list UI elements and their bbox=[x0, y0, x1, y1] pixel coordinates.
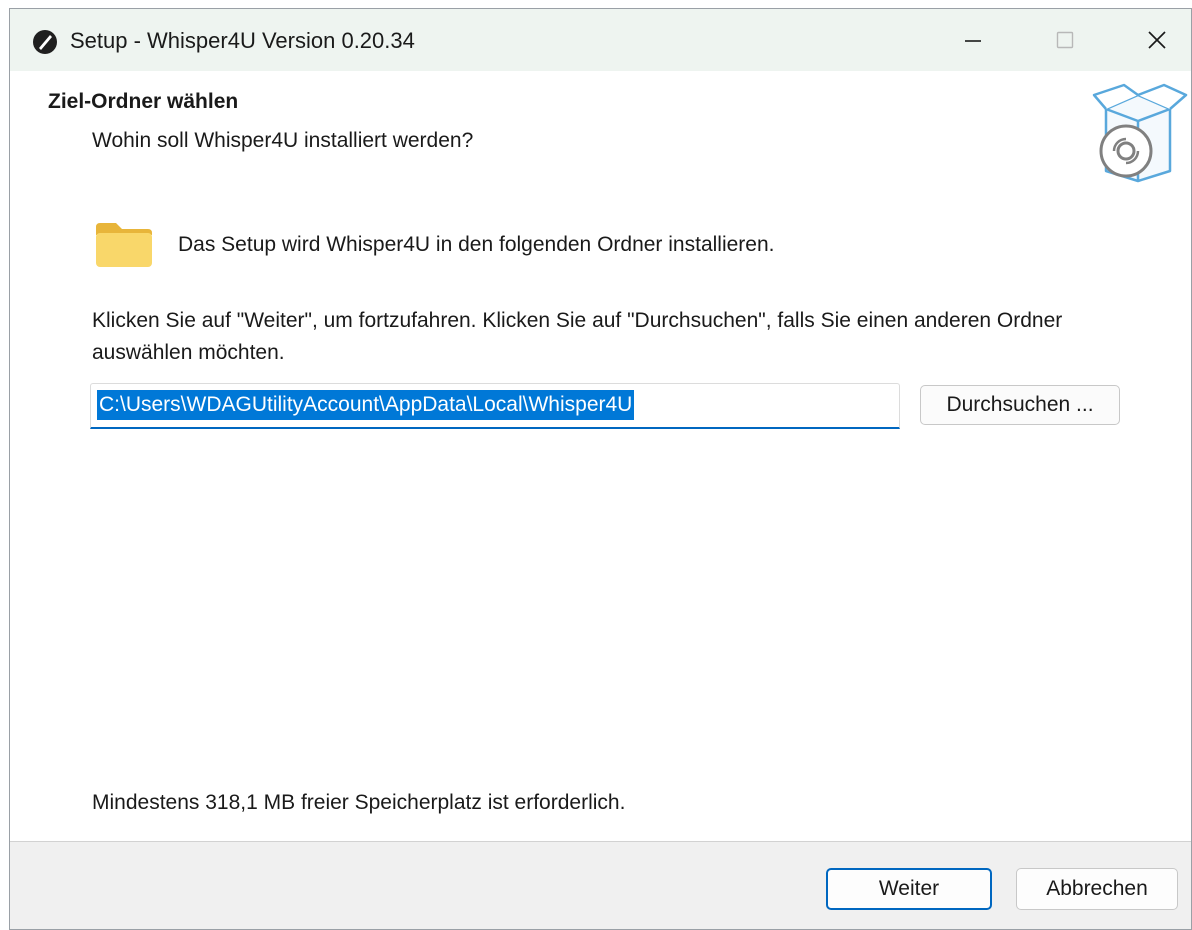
setup-window: Setup - Whisper4U Version 0.20.34 Ziel-O… bbox=[9, 8, 1192, 930]
browse-button[interactable]: Durchsuchen ... bbox=[920, 385, 1120, 425]
minimize-icon bbox=[965, 40, 981, 42]
disk-space-info: Mindestens 318,1 MB freier Speicherplatz… bbox=[92, 791, 626, 814]
button-bar: Weiter Abbrechen bbox=[10, 841, 1191, 929]
folder-icon bbox=[96, 223, 152, 267]
install-path-value[interactable]: C:\Users\WDAGUtilityAccount\AppData\Loca… bbox=[97, 390, 635, 420]
maximize-button[interactable] bbox=[1022, 9, 1108, 71]
next-button[interactable]: Weiter bbox=[826, 868, 992, 910]
minimize-button[interactable] bbox=[930, 9, 1016, 71]
title-bar[interactable]: Setup - Whisper4U Version 0.20.34 bbox=[10, 9, 1191, 71]
setup-box-disc-icon bbox=[1092, 83, 1188, 183]
whisper4u-app-icon bbox=[33, 30, 57, 54]
cancel-button[interactable]: Abbrechen bbox=[1016, 868, 1178, 910]
close-icon bbox=[1148, 31, 1166, 49]
install-path-input[interactable]: C:\Users\WDAGUtilityAccount\AppData\Loca… bbox=[90, 383, 900, 429]
page-title: Ziel-Ordner wählen bbox=[48, 90, 239, 113]
install-info-text: Das Setup wird Whisper4U in den folgende… bbox=[178, 233, 775, 256]
close-button[interactable] bbox=[1114, 9, 1191, 71]
maximize-icon bbox=[1056, 31, 1074, 49]
instructions-text: Klicken Sie auf "Weiter", um fortzufahre… bbox=[92, 309, 1063, 364]
page-subtitle: Wohin soll Whisper4U installiert werden? bbox=[92, 129, 474, 152]
window-title: Setup - Whisper4U Version 0.20.34 bbox=[70, 28, 415, 53]
